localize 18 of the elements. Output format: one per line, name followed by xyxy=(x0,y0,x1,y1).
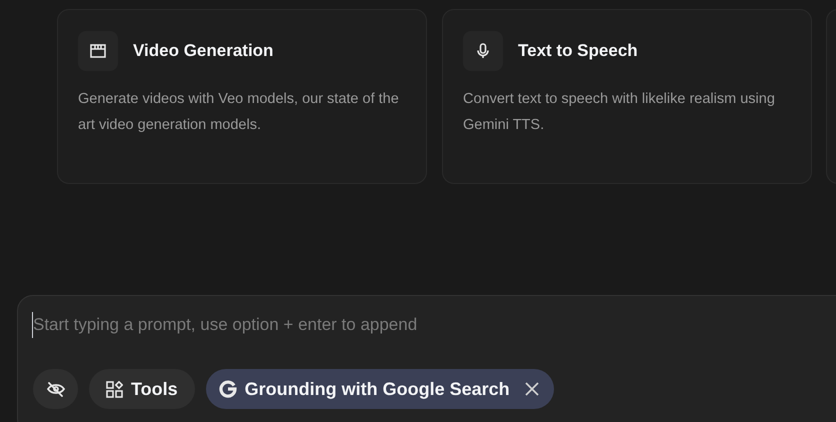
tools-button[interactable]: Tools xyxy=(89,369,195,409)
feature-card[interactable]: Text to Speech Convert text to speech with likelike realism using Gemini TTS. xyxy=(442,9,812,184)
google-icon xyxy=(218,380,237,398)
close-icon xyxy=(524,382,539,396)
card-description: Generate videos with Veo models, our state of the art video generation models. xyxy=(78,90,400,135)
microphone-icon xyxy=(477,43,489,59)
close-button[interactable] xyxy=(524,381,540,397)
clapperboard-icon xyxy=(90,44,106,58)
visibility-toggle-button[interactable] xyxy=(33,369,78,409)
grounding-label: Grounding with Google Search xyxy=(244,378,510,401)
widgets-icon xyxy=(106,380,123,398)
eye-off-icon xyxy=(46,381,66,397)
prompt-input[interactable]: Start typing a prompt, use option + enter to append xyxy=(32,312,632,338)
card-title: Video Generation xyxy=(133,40,274,62)
grounding-chip[interactable]: Grounding with Google Search xyxy=(206,369,554,409)
feature-card[interactable]: Video Generation Generate videos with Veo models, our state of the art video generation models. xyxy=(57,9,427,184)
card-title: Text to Speech xyxy=(518,40,638,62)
card-description: Convert text to speech with likelike realism using Gemini TTS. xyxy=(463,90,776,135)
